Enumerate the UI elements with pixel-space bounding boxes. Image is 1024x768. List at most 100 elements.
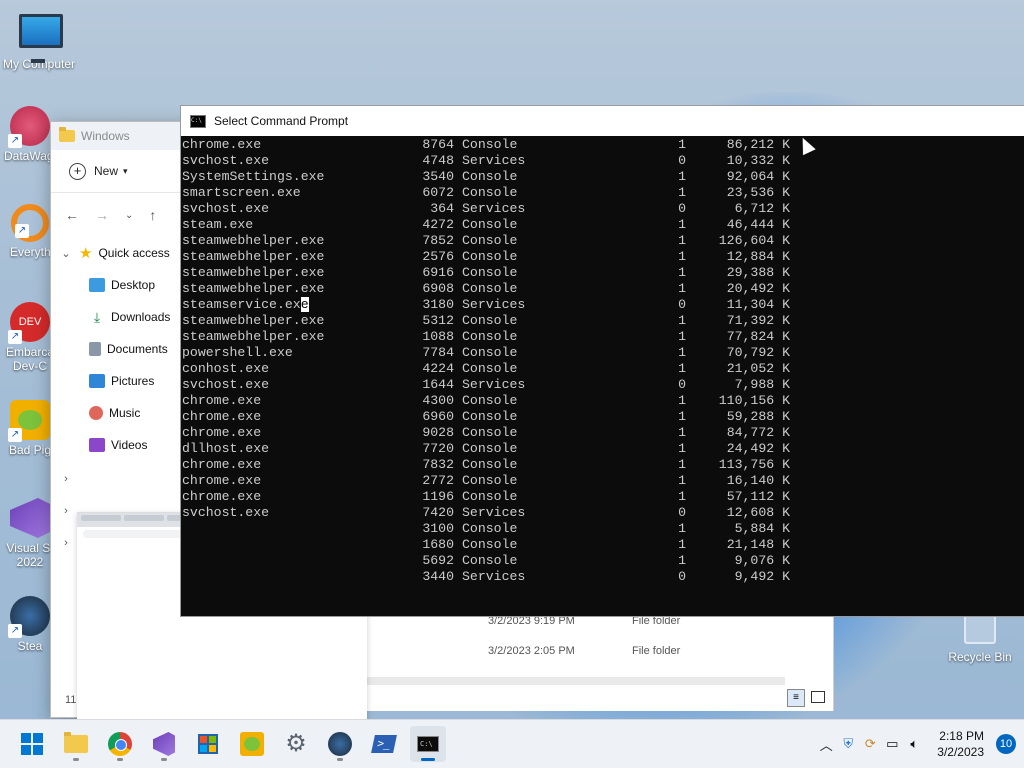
process-session: Services [462, 377, 526, 392]
process-pid: 7832 [422, 457, 454, 472]
process-memory: 16,140 K [726, 473, 790, 488]
process-pid: 364 [430, 201, 454, 216]
process-row: chrome.exe 6960 Console 1 59,288 K [182, 409, 1024, 425]
process-pid: 3100 [422, 521, 454, 536]
process-session-number: 1 [678, 425, 686, 440]
process-row: svchost.exe 364 Services 0 6,712 K [182, 201, 1024, 217]
chevron-down-icon[interactable]: ⌄ [59, 247, 73, 260]
command-prompt-icon: C:\ [417, 736, 439, 752]
clock-date: 3/2/2023 [937, 745, 984, 759]
volume-icon[interactable]: 🔈︎ [903, 736, 925, 752]
process-pid: 2576 [422, 249, 454, 264]
process-name: chrome.exe [182, 489, 262, 504]
process-row: SystemSettings.exe 3540 Console 1 92,064 K [182, 169, 1024, 185]
process-session: Services [462, 569, 526, 584]
sync-icon[interactable]: ⟳ [859, 736, 881, 752]
taskbar-bad-piggies[interactable] [234, 726, 270, 762]
visual-studio-icon [10, 498, 50, 538]
desktop-folder-icon [89, 278, 105, 292]
process-pid: 3440 [422, 569, 454, 584]
taskbar-file-explorer[interactable] [58, 726, 94, 762]
new-button[interactable]: New [94, 164, 118, 178]
process-session: Console [462, 409, 518, 424]
tiles-view-icon[interactable] [811, 691, 825, 703]
file-row[interactable]: 3/2/2023 2:05 PM File folder [488, 645, 680, 657]
process-session: Console [462, 217, 518, 232]
chevron-up-icon[interactable]: ︿ [815, 735, 837, 754]
process-name: svchost.exe [182, 377, 270, 392]
chevron-right-icon[interactable]: › [59, 537, 73, 549]
process-row: steamwebhelper.exe 6908 Console 1 20,492 K [182, 281, 1024, 297]
process-session-number: 1 [678, 521, 686, 536]
process-name: chrome.exe [182, 137, 262, 152]
start-button[interactable] [14, 726, 50, 762]
taskbar-chrome[interactable] [102, 726, 138, 762]
process-session-number: 1 [678, 169, 686, 184]
chevron-right-icon[interactable]: › [59, 473, 73, 485]
bad-piggies-icon: ↗ [8, 400, 50, 442]
process-pid: 6908 [422, 281, 454, 296]
back-arrow-icon[interactable]: ← [65, 207, 79, 223]
taskbar-powershell[interactable]: >_ [366, 726, 402, 762]
desktop-icon-my-computer[interactable]: My Computer [0, 10, 78, 71]
process-name: conhost.exe [182, 361, 270, 376]
process-session: Console [462, 281, 518, 296]
process-session-number: 0 [678, 377, 686, 392]
process-pid: 8764 [422, 137, 454, 152]
chevron-right-icon[interactable]: › [59, 505, 73, 517]
clock[interactable]: 2:18 PM 3/2/2023 [937, 728, 984, 760]
process-session-number: 0 [678, 505, 686, 520]
process-session-number: 1 [678, 265, 686, 280]
process-memory: 12,608 K [726, 505, 790, 520]
chevron-down-icon[interactable]: ▾ [123, 166, 128, 177]
horizontal-scrollbar[interactable] [367, 677, 785, 685]
process-memory: 92,064 K [726, 169, 790, 184]
process-session: Services [462, 153, 526, 168]
process-memory: 24,492 K [726, 441, 790, 456]
process-pid: 1088 [422, 329, 454, 344]
explorer-file-list: 3/2/2023 9:19 PM File folder 3/2/2023 2:… [367, 615, 834, 711]
process-row: svchost.exe 4748 Services 0 10,332 K [182, 153, 1024, 169]
process-name: svchost.exe [182, 201, 270, 216]
process-session-number: 1 [678, 473, 686, 488]
process-memory: 84,772 K [726, 425, 790, 440]
up-arrow-icon[interactable]: ↑ [149, 207, 156, 223]
process-pid: 7720 [422, 441, 454, 456]
process-session: Console [462, 169, 518, 184]
process-memory: 29,388 K [726, 265, 790, 280]
desktop-icon-label: Recycle Bin [948, 650, 1012, 664]
process-row: chrome.exe 8764 Console 1 86,212 K [182, 137, 1024, 153]
process-session: Services [462, 201, 526, 216]
process-name: steam.exe [182, 217, 254, 232]
process-session-number: 0 [678, 201, 686, 216]
everything-search-icon: ↗ [11, 204, 49, 242]
taskbar: ⚙ >_ C:\ ︿ ⛨ ⟳ ▭ 🔈︎ 2:18 PM 3/2/2023 10 [0, 719, 1024, 768]
console-output[interactable]: chrome.exe 8764 Console 1 86,212 Ksvchost.ex… [182, 137, 1024, 616]
cmd-titlebar[interactable]: C:\ Select Command Prompt [181, 106, 1024, 136]
process-pid: 4300 [422, 393, 454, 408]
process-session: Console [462, 137, 518, 152]
notification-badge[interactable]: 10 [996, 734, 1016, 754]
taskbar-store[interactable] [190, 726, 226, 762]
taskbar-steam[interactable] [322, 726, 358, 762]
desktop-icon-recycle-bin[interactable]: Recycle Bin [940, 610, 1020, 664]
process-pid: 1644 [422, 377, 454, 392]
command-prompt-window[interactable]: C:\ Select Command Prompt chrome.exe 8764… [180, 105, 1024, 617]
taskbar-visual-studio[interactable] [146, 726, 182, 762]
file-type: File folder [632, 645, 681, 657]
recent-chevron-icon[interactable]: ⌄ [125, 210, 133, 221]
taskbar-settings[interactable]: ⚙ [278, 726, 314, 762]
taskbar-command-prompt[interactable]: C:\ [410, 726, 446, 762]
forward-arrow-icon[interactable]: → [95, 207, 109, 223]
process-row: steamwebhelper.exe 6916 Console 1 29,388 K [182, 265, 1024, 281]
process-session: Console [462, 473, 518, 488]
process-session: Console [462, 489, 518, 504]
network-icon[interactable]: ▭ [881, 736, 903, 752]
details-view-icon[interactable]: ≡ [787, 689, 805, 707]
monitor-icon [19, 14, 63, 54]
security-shield-icon[interactable]: ⛨ [837, 736, 859, 752]
process-memory: 6,712 K [734, 201, 790, 216]
process-memory: 21,052 K [726, 361, 790, 376]
nav-item-label: Music [109, 406, 141, 420]
process-row: svchost.exe 7420 Services 0 12,608 K [182, 505, 1024, 521]
